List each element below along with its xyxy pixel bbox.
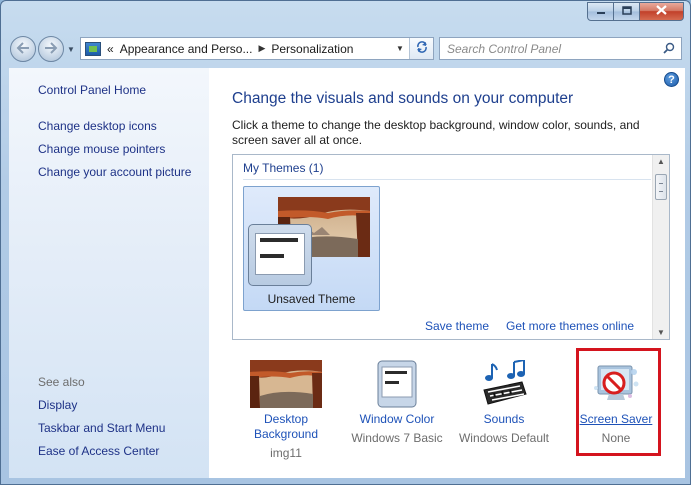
theme-tile-unsaved[interactable]: Unsaved Theme (243, 186, 380, 311)
control-panel-home-link[interactable]: Control Panel Home (38, 83, 146, 97)
window-color-icon (371, 360, 423, 408)
window-color-label[interactable]: Window Color (347, 412, 447, 427)
minimize-icon (596, 6, 606, 18)
minimize-button[interactable] (587, 2, 614, 21)
theme-name-label: Unsaved Theme (267, 292, 356, 306)
search-box[interactable] (439, 37, 682, 60)
search-icon[interactable] (663, 42, 675, 54)
refresh-button[interactable] (409, 38, 433, 59)
scroll-up-icon[interactable]: ▲ (657, 157, 665, 166)
breadcrumb-personalization[interactable]: Personalization (271, 42, 353, 56)
taskbar-start-menu-link[interactable]: Taskbar and Start Menu (38, 421, 165, 435)
breadcrumb-overflow[interactable]: « (107, 42, 114, 56)
theme-window-preview (248, 224, 312, 286)
sounds-label[interactable]: Sounds (457, 412, 551, 427)
display-link[interactable]: Display (38, 398, 77, 412)
sounds-icon (478, 359, 530, 408)
desktop-background-setting[interactable]: Desktop Background img11 (239, 357, 333, 460)
maximize-icon (621, 5, 632, 18)
see-also-heading: See also (38, 375, 85, 389)
change-account-picture-link[interactable]: Change your account picture (38, 165, 191, 179)
sounds-value: Windows Default (458, 431, 550, 445)
sounds-setting[interactable]: Sounds Windows Default (457, 357, 551, 445)
task-pane: Control Panel Home Change desktop icons … (9, 68, 209, 478)
get-more-themes-link[interactable]: Get more themes online (506, 319, 634, 333)
group-divider (243, 179, 651, 180)
caption-buttons (587, 2, 684, 21)
window-frame: ▼ « Appearance and Perso... ▶ Personaliz… (0, 0, 691, 485)
desktop-background-value: img11 (270, 446, 302, 460)
desktop-background-label-1[interactable]: Desktop (239, 412, 333, 427)
help-icon[interactable]: ? (664, 72, 679, 87)
save-theme-link[interactable]: Save theme (425, 319, 489, 333)
window-color-value: Windows 7 Basic (351, 431, 443, 445)
ease-of-access-link[interactable]: Ease of Access Center (38, 444, 159, 458)
back-arrow-icon (16, 41, 30, 57)
address-bar[interactable]: « Appearance and Perso... ▶ Personalizat… (80, 37, 434, 60)
page-description: Click a theme to change the desktop back… (232, 118, 640, 147)
close-button[interactable] (640, 2, 684, 21)
change-desktop-icons-link[interactable]: Change desktop icons (38, 119, 157, 133)
my-themes-group-label: My Themes (1) (243, 161, 324, 175)
breadcrumb-appearance[interactable]: Appearance and Perso... (120, 42, 253, 56)
desktop-background-icon (250, 360, 322, 408)
forward-button[interactable] (38, 36, 64, 62)
desktop-background-label-2[interactable]: Background (239, 427, 333, 442)
screen-saver-highlight-box (576, 348, 661, 456)
main-content: ? Change the visuals and sounds on your … (209, 68, 685, 478)
scroll-down-icon[interactable]: ▼ (657, 328, 665, 337)
address-dropdown-icon[interactable]: ▼ (393, 38, 407, 59)
search-input[interactable] (440, 38, 650, 59)
window-color-setting[interactable]: Window Color Windows 7 Basic (347, 357, 447, 445)
maximize-button[interactable] (614, 2, 640, 21)
themes-scrollbar[interactable]: ▲ ▼ (652, 155, 669, 339)
themes-list[interactable]: My Themes (1) Unsaved Theme Save theme G… (232, 154, 670, 340)
refresh-icon (415, 40, 429, 57)
back-button[interactable] (10, 36, 36, 62)
close-icon (656, 5, 667, 18)
forward-arrow-icon (44, 41, 58, 57)
scroll-thumb[interactable] (655, 174, 667, 200)
control-panel-icon (85, 41, 101, 56)
breadcrumb-separator-icon[interactable]: ▶ (258, 43, 265, 54)
change-mouse-pointers-link[interactable]: Change mouse pointers (38, 142, 165, 156)
recent-pages-dropdown[interactable]: ▼ (67, 45, 75, 54)
page-title: Change the visuals and sounds on your co… (232, 90, 574, 107)
